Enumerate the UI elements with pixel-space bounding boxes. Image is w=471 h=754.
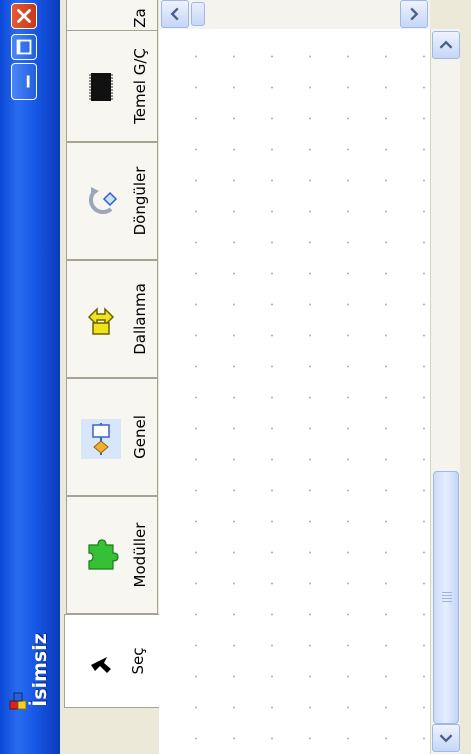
app-window: İsimsiz Za Temel G/Ç Döngüler Dallanma G… (0, 0, 471, 754)
flowchart-canvas[interactable] (159, 29, 430, 754)
tab-label: Modüller (131, 522, 149, 588)
loop-arrow-icon (81, 183, 121, 223)
maximize-button[interactable] (11, 34, 37, 60)
chevron-up-icon (439, 40, 453, 49)
tab-sec[interactable]: Seç (64, 614, 159, 708)
window-title: İsimsiz (29, 633, 51, 707)
tab-donguler[interactable]: Döngüler (66, 142, 158, 260)
chevron-down-icon (439, 734, 453, 743)
horizontal-scrollbar[interactable] (159, 0, 430, 30)
tab-dallanma[interactable]: Dallanma (66, 260, 158, 378)
tab-label: Temel G/Ç (131, 48, 149, 124)
scroll-right-button[interactable] (400, 0, 428, 28)
tab-label: Dallanma (131, 283, 149, 355)
branch-arrows-icon (81, 301, 121, 341)
pointer-arrow-icon (79, 645, 119, 685)
tab-label: Döngüler (131, 166, 149, 236)
puzzle-piece-icon (81, 535, 121, 575)
scroll-left-button[interactable] (161, 0, 189, 28)
tab-label: Genel (131, 415, 149, 459)
chevron-left-icon (170, 7, 179, 21)
grip-line (442, 592, 452, 593)
chip-io-icon (81, 67, 121, 107)
vertical-scrollbar[interactable] (430, 29, 461, 754)
grip-line (442, 598, 452, 599)
window-edge (460, 0, 471, 754)
tab-label: Seç (129, 647, 147, 675)
close-button[interactable] (11, 3, 37, 29)
scroll-down-button[interactable] (432, 724, 460, 752)
minimize-icon (26, 75, 30, 88)
title-bar[interactable]: İsimsiz (0, 0, 60, 754)
minimize-button[interactable] (11, 63, 37, 100)
close-icon (17, 9, 31, 23)
tab-temel-gc[interactable]: Temel G/Ç (66, 30, 158, 142)
tab-moduller[interactable]: Modüller (66, 496, 158, 614)
grip-line (442, 601, 452, 602)
process-block-icon (81, 419, 121, 459)
scrollbar-corner (430, 0, 460, 29)
vertical-scroll-thumb[interactable] (433, 471, 459, 724)
horizontal-scroll-thumb[interactable] (191, 2, 205, 26)
scroll-up-button[interactable] (432, 31, 460, 59)
tab-genel[interactable]: Genel (66, 378, 158, 496)
maximize-icon (16, 39, 32, 55)
app-icon (8, 691, 30, 713)
chevron-right-icon (410, 7, 419, 21)
grip-line (442, 595, 452, 596)
tool-tab-strip: Za Temel G/Ç Döngüler Dallanma Genel Mod… (60, 0, 160, 754)
